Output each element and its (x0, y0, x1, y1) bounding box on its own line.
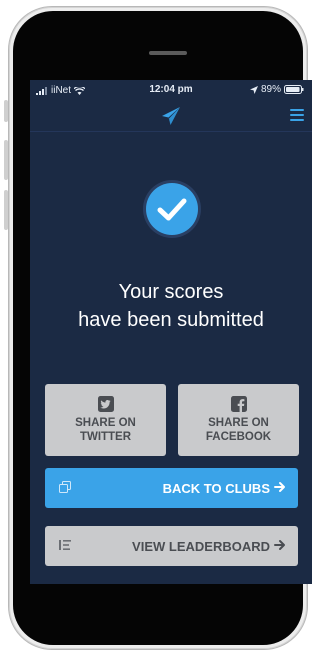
list-icon (59, 540, 71, 550)
nav-bar (30, 100, 312, 132)
share-facebook-line-2: FACEBOOK (205, 431, 272, 443)
success-badge (143, 180, 201, 238)
status-right: 89% (249, 84, 304, 95)
phone-speaker (149, 51, 187, 55)
paper-plane-icon[interactable] (161, 106, 181, 126)
share-twitter-line-1: SHARE ON (75, 417, 136, 429)
battery-percent: 89% (260, 84, 281, 95)
location-arrow-icon (249, 85, 258, 94)
twitter-icon (97, 396, 114, 412)
share-twitter-button[interactable]: SHARE ON TWITTER (45, 384, 166, 456)
battery-icon (284, 85, 304, 94)
back-to-clubs-label: BACK TO CLUBS (162, 481, 270, 496)
arrow-right-icon (274, 482, 285, 492)
volume-up-button (4, 140, 8, 180)
confirmation-line-1: Your scores (118, 281, 224, 303)
volume-down-button (4, 190, 8, 230)
confirmation-line-2: have been submitted (78, 309, 264, 331)
facebook-icon (230, 396, 247, 412)
app-screen: iiNet 12:04 pm 89% Your scores have been… (30, 80, 312, 584)
confirmation-message: Your scores have been submitted (30, 278, 312, 334)
share-facebook-line-1: SHARE ON (208, 417, 269, 429)
view-leaderboard-label: VIEW LEADERBOARD (132, 539, 270, 554)
arrow-right-icon (274, 540, 285, 550)
copy-icon (59, 481, 71, 493)
checkmark-icon (146, 183, 198, 235)
share-twitter-line-2: TWITTER (79, 431, 132, 443)
share-facebook-button[interactable]: SHARE ON FACEBOOK (178, 384, 299, 456)
status-bar: iiNet 12:04 pm 89% (30, 80, 312, 100)
view-leaderboard-button[interactable]: VIEW LEADERBOARD (45, 526, 298, 566)
back-to-clubs-button[interactable]: BACK TO CLUBS (45, 468, 298, 508)
hamburger-menu-icon[interactable] (290, 109, 304, 124)
mute-switch (4, 100, 8, 122)
